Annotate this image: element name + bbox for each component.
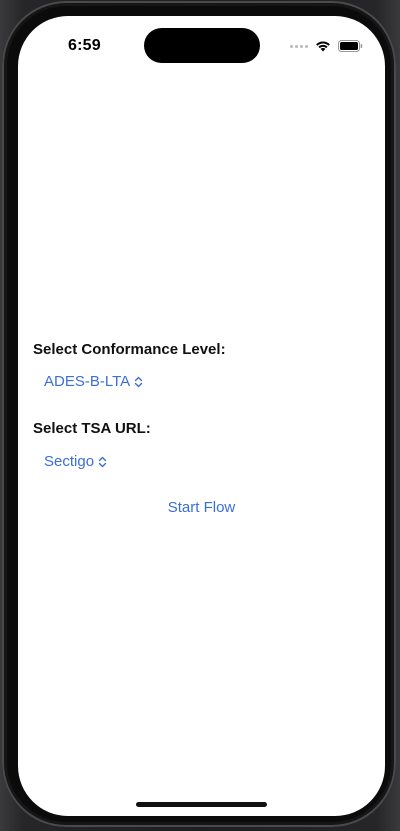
conformance-level-label: Select Conformance Level: [33,341,226,358]
tsa-url-label: Select TSA URL: [33,420,151,437]
chevron-up-down-icon [98,456,107,468]
tsa-url-value: Sectigo [44,453,95,470]
app-screen: 6:59 Select Conformance Level: ADES-B-LT… [18,16,385,816]
chevron-up-down-icon [134,376,143,388]
home-indicator[interactable] [136,802,267,807]
start-flow-button[interactable]: Start Flow [18,499,385,516]
conformance-level-value: ADES-B-LTA [44,373,131,390]
main-content: Select Conformance Level: ADES-B-LTA Sel… [18,16,385,816]
phone-frame: 6:59 Select Conformance Level: ADES-B-LT… [2,1,396,827]
conformance-level-picker[interactable]: ADES-B-LTA [44,373,143,390]
tsa-url-picker[interactable]: Sectigo [44,453,107,470]
device-backdrop: 6:59 Select Conformance Level: ADES-B-LT… [0,0,400,831]
